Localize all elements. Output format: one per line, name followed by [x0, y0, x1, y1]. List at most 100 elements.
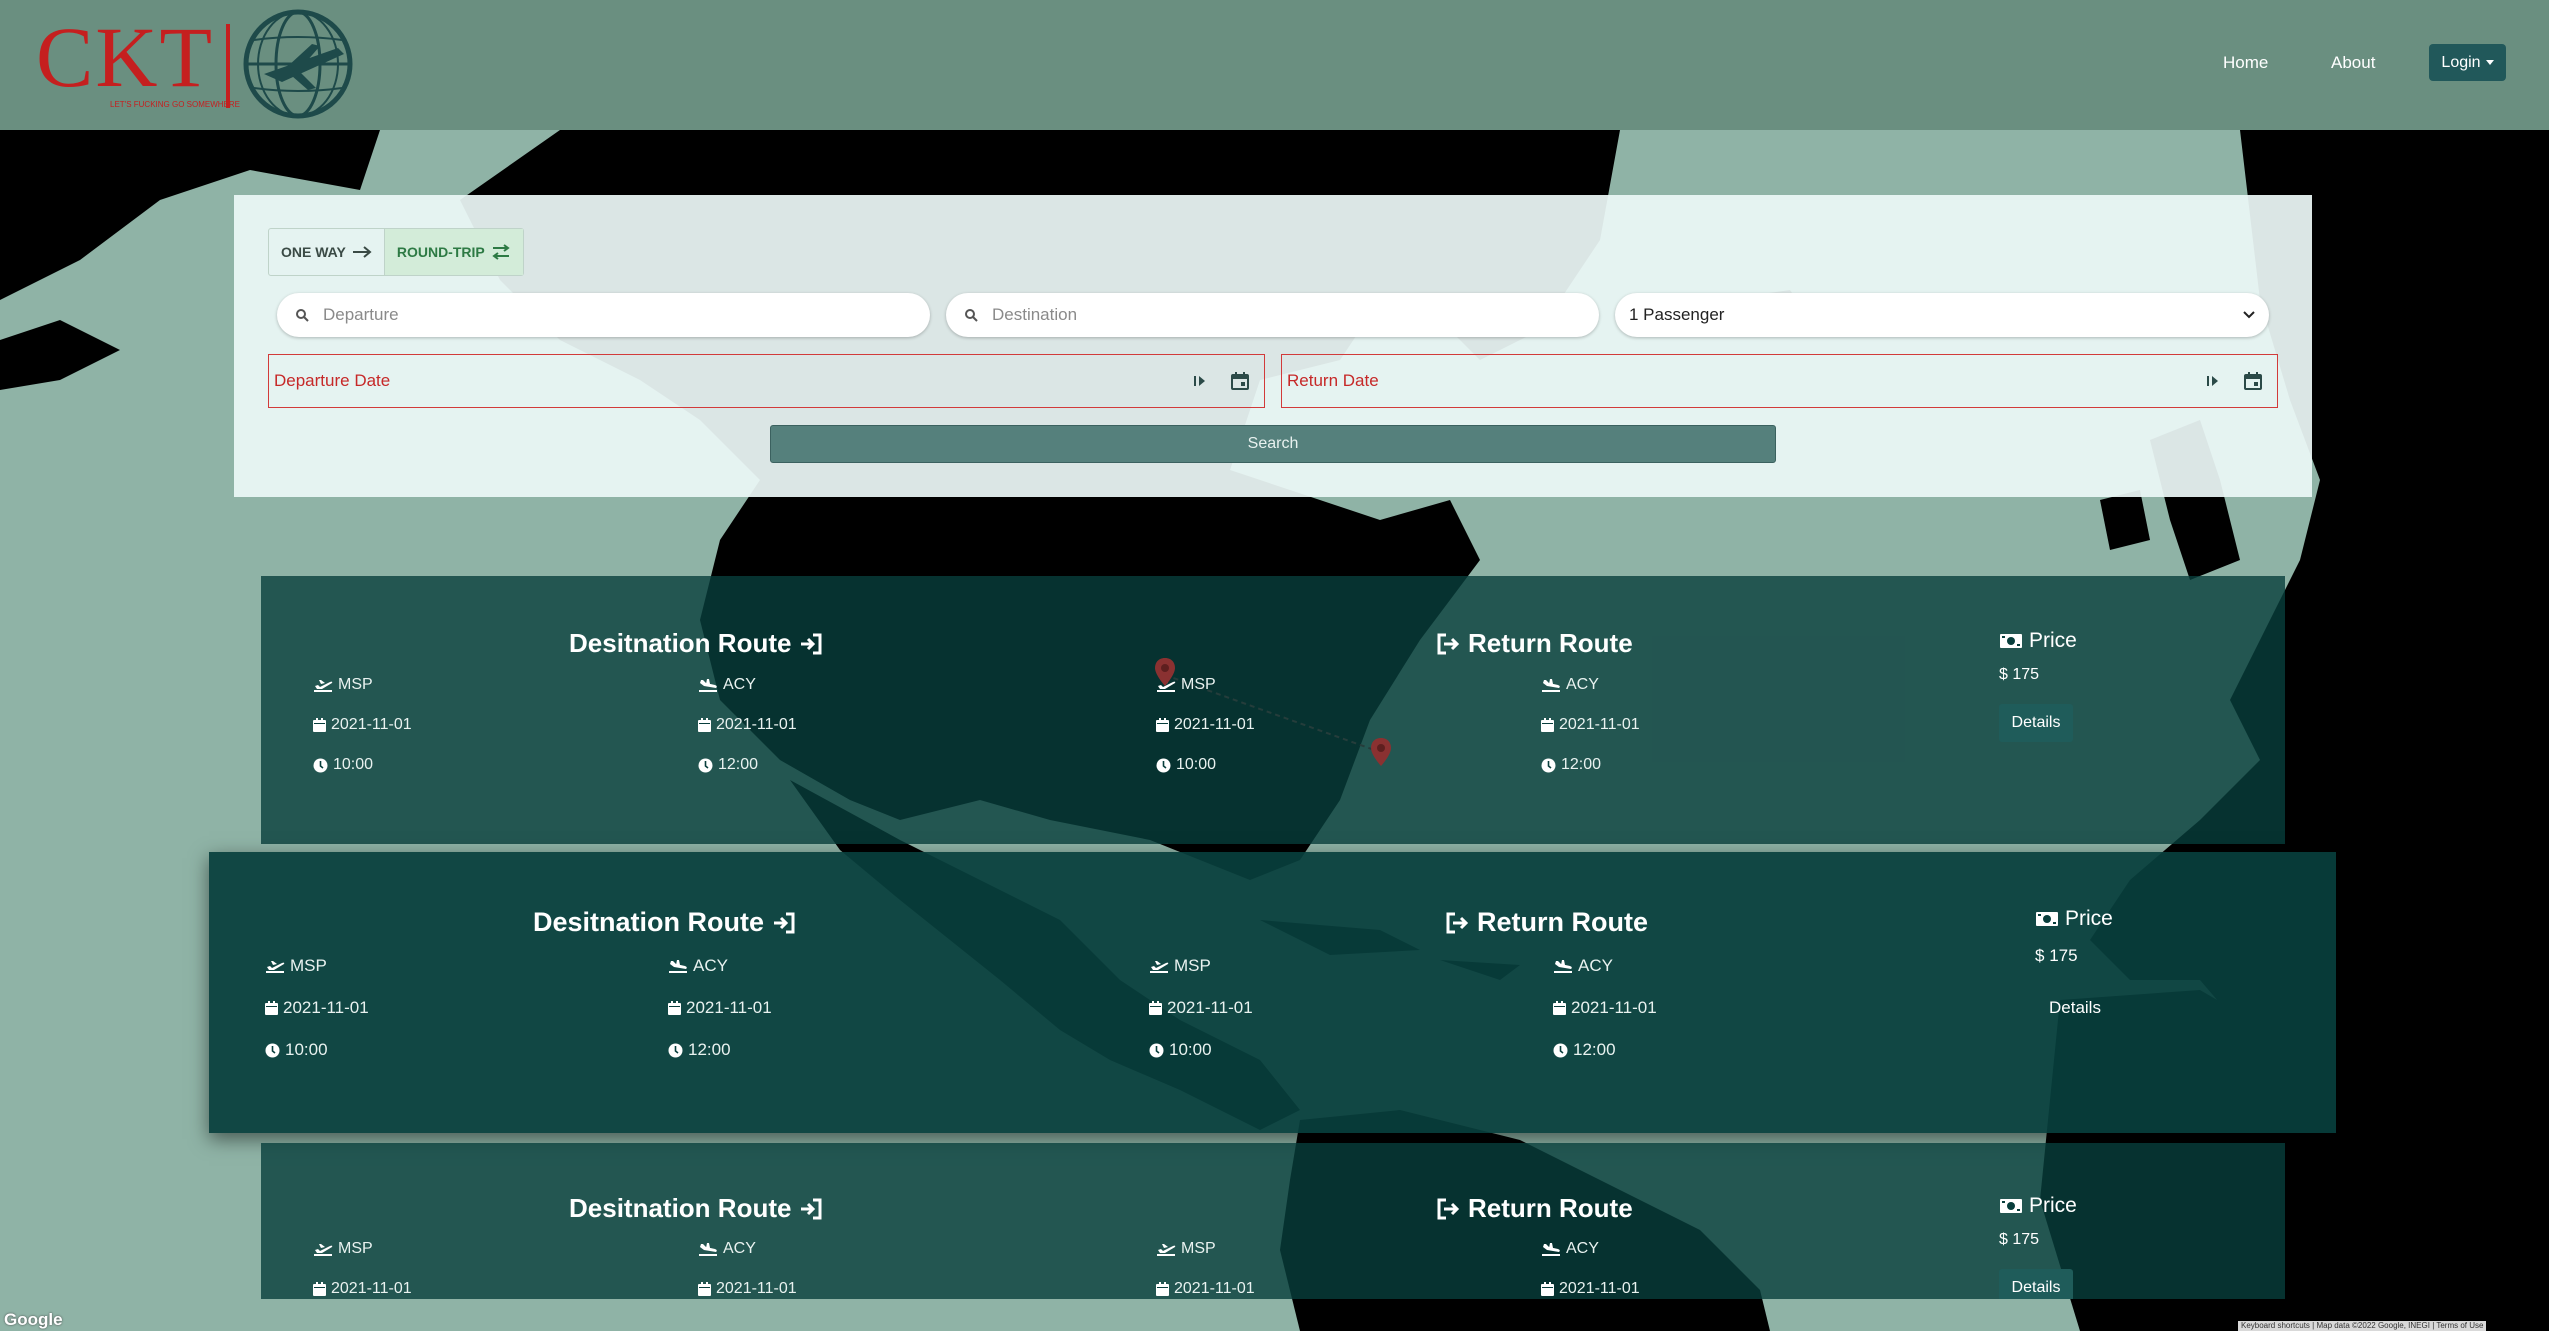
flight-time: 10:00: [285, 1040, 328, 1059]
calendar-icon: [265, 1001, 278, 1015]
login-dropdown-button[interactable]: Login: [2429, 44, 2506, 81]
flight-date: 2021-11-01: [1167, 998, 1253, 1017]
flight-date: 2021-11-01: [283, 998, 369, 1017]
price-label: Price: [2029, 629, 2077, 652]
round-trip-label: ROUND-TRIP: [396, 244, 485, 260]
map-attribution[interactable]: Keyboard shortcuts | Map data ©2022 Goog…: [2238, 1321, 2487, 1331]
airport-code: ACY: [1578, 956, 1613, 975]
calendar-clear-icon[interactable]: [2205, 373, 2221, 389]
flight-date: 2021-11-01: [331, 1280, 412, 1297]
sign-in-icon: [774, 912, 795, 933]
flight-date: 2021-11-01: [716, 716, 797, 733]
flight-date: 2021-11-01: [1174, 1280, 1255, 1297]
outbound-from-date: 2021-11-01: [313, 716, 412, 734]
calendar-icon: [668, 1001, 681, 1015]
caret-down-icon: [2485, 60, 2494, 65]
inbound-from: MSP: [1149, 956, 1211, 976]
plane-arrival-icon: [669, 960, 687, 973]
one-way-option[interactable]: ONE WAY: [269, 229, 384, 275]
airport-code: ACY: [1566, 1240, 1599, 1257]
calendar-icon[interactable]: [1230, 371, 1250, 391]
trip-type-toggle: ONE WAY ROUND-TRIP: [268, 228, 524, 276]
flight-date: 2021-11-01: [716, 1280, 797, 1297]
departure-date-label: Departure Date: [274, 371, 391, 390]
calendar-clear-icon[interactable]: [1192, 373, 1208, 389]
flight-date: 2021-11-01: [1571, 998, 1657, 1017]
plane-departure-icon: [1150, 961, 1169, 973]
outbound-from-date: 2021-11-01: [265, 998, 369, 1018]
airport-code: MSP: [1181, 676, 1216, 693]
destination-field[interactable]: [946, 293, 1599, 337]
outbound-dep-time: 10:00: [313, 756, 373, 774]
outbound-from: MSP: [313, 1240, 373, 1258]
return-route-heading: Return Route: [1436, 628, 1633, 659]
calendar-icon: [1156, 1282, 1169, 1296]
brand-logo[interactable]: CKT LET'S FUCKING GO SOMEWHERE: [36, 8, 366, 120]
details-button[interactable]: Details: [1999, 1269, 2073, 1299]
airport-code: ACY: [723, 1240, 756, 1257]
destination-route-title: Desitnation Route: [533, 907, 765, 937]
inbound-to: ACY: [1541, 1240, 1599, 1258]
outbound-to-date: 2021-11-01: [698, 1280, 797, 1298]
inbound-dep-time: 10:00: [1149, 1040, 1212, 1060]
money-bill-icon: [2000, 634, 2022, 648]
flight-result-card[interactable]: Desitnation Route Return Route MSP ACY M…: [261, 576, 2285, 844]
airport-code: ACY: [1566, 676, 1599, 693]
flight-date: 2021-11-01: [1559, 1280, 1640, 1297]
calendar-icon[interactable]: [2243, 371, 2263, 391]
date-icons: [1192, 371, 1250, 391]
flight-result-card[interactable]: Desitnation Route Return Route MSP ACY M…: [261, 1143, 2285, 1299]
departure-input[interactable]: [323, 305, 846, 325]
flight-time: 10:00: [1169, 1040, 1212, 1059]
destination-input[interactable]: [992, 305, 1515, 325]
plane-arrival-icon: [1542, 1243, 1560, 1256]
passenger-select[interactable]: 1 Passenger: [1615, 293, 2269, 337]
clock-icon: [698, 758, 713, 772]
nav-home-link[interactable]: Home: [2223, 53, 2268, 73]
departure-date-field[interactable]: Departure Date: [268, 354, 1265, 408]
money-bill-icon: [2036, 912, 2058, 926]
nav-about-link[interactable]: About: [2331, 53, 2375, 73]
price-value: $ 175: [1999, 666, 2040, 683]
inbound-to-date: 2021-11-01: [1541, 1280, 1640, 1298]
plane-arrival-icon: [1542, 679, 1560, 692]
sign-in-icon: [801, 633, 822, 654]
departure-field[interactable]: [277, 293, 930, 337]
flight-search-panel: ONE WAY ROUND-TRIP 1 Passenger Departure…: [234, 195, 2312, 497]
outbound-from: MSP: [265, 956, 327, 976]
flight-time: 12:00: [1573, 1040, 1616, 1059]
flight-result-card[interactable]: Desitnation Route Return Route MSP ACY M…: [209, 852, 2336, 1133]
inbound-to-date: 2021-11-01: [1541, 716, 1640, 734]
clock-icon: [1541, 758, 1556, 772]
round-trip-option[interactable]: ROUND-TRIP: [383, 229, 523, 275]
clock-icon: [668, 1043, 683, 1057]
search-button[interactable]: Search: [770, 425, 1776, 463]
clock-icon: [313, 758, 328, 772]
return-date-field[interactable]: Return Date: [1281, 354, 2278, 408]
airport-code: MSP: [338, 676, 373, 693]
plane-departure-icon: [314, 680, 333, 692]
price-label: Price: [2065, 907, 2113, 930]
inbound-arr-time: 12:00: [1553, 1040, 1616, 1060]
sign-out-icon: [1437, 633, 1460, 654]
airport-code: MSP: [1181, 1240, 1216, 1257]
details-button[interactable]: Details: [1999, 704, 2073, 742]
globe-plane-icon: [243, 9, 353, 119]
calendar-icon: [1149, 1001, 1162, 1015]
plane-arrival-icon: [699, 1243, 717, 1256]
details-button[interactable]: Details: [2049, 998, 2101, 1018]
map-marker-icon[interactable]: [1369, 737, 1393, 767]
map-marker-icon[interactable]: [1153, 657, 1177, 687]
inbound-dep-time: 10:00: [1156, 756, 1216, 774]
outbound-to: ACY: [698, 1240, 756, 1258]
price-label: Price: [2029, 1194, 2077, 1217]
logo-divider: [226, 24, 230, 108]
money-bill-icon: [2000, 1199, 2022, 1213]
flight-time: 10:00: [333, 756, 374, 773]
outbound-arr-time: 12:00: [698, 756, 758, 774]
return-route-heading: Return Route: [1445, 907, 1648, 938]
search-icon: [296, 309, 309, 322]
flight-date: 2021-11-01: [1559, 716, 1640, 733]
logo-tagline: LET'S FUCKING GO SOMEWHERE: [110, 100, 240, 109]
flight-date: 2021-11-01: [1174, 716, 1255, 733]
